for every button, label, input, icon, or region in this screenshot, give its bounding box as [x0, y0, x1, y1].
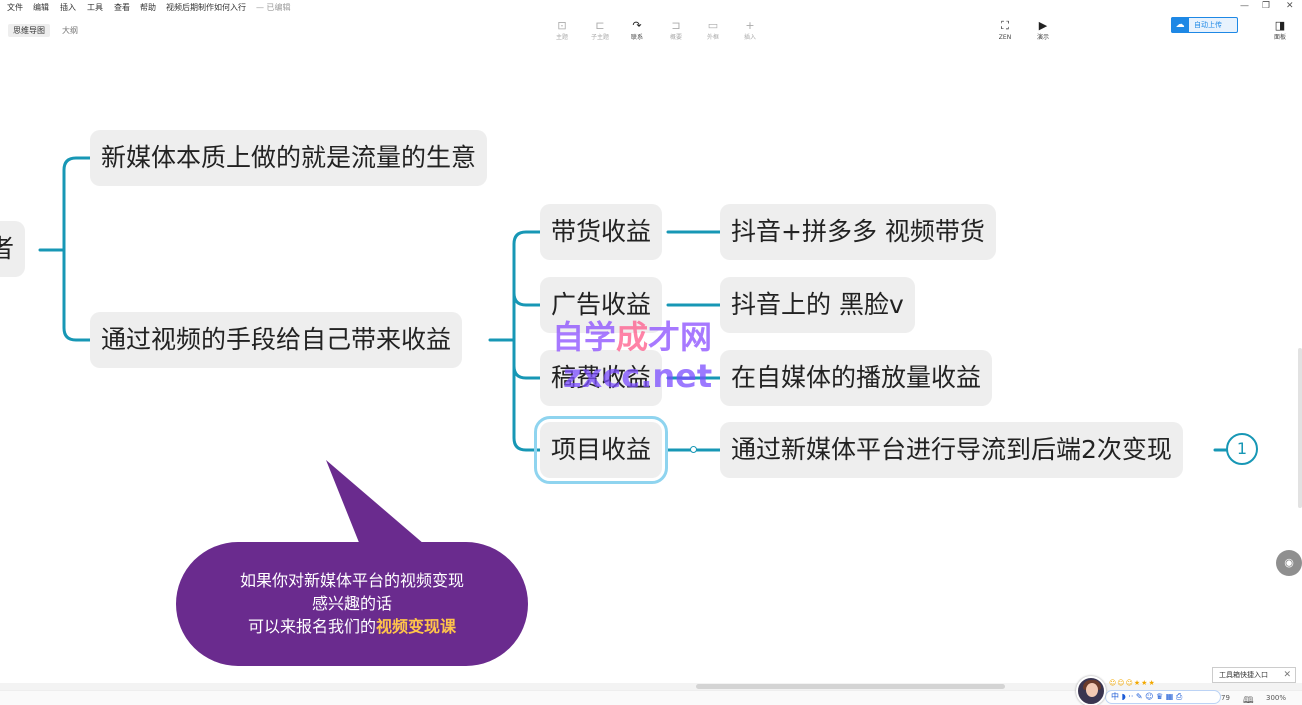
callout-bubble[interactable]: 如果你对新媒体平台的视频变现 感兴趣的话 可以来报名我们的视频变现课 — [176, 542, 528, 666]
toolbox-shortcut-tip[interactable]: 工具箱快捷入口 ✕ — [1212, 667, 1296, 683]
zen-icon: ⛶ — [1001, 19, 1009, 32]
scroll-thumb[interactable] — [696, 684, 1005, 689]
detail-sales[interactable]: 抖音+拼多多 视频带货 — [720, 204, 996, 260]
topic-traffic-business[interactable]: 新媒体本质上做的就是流量的生意 — [90, 130, 488, 186]
menu-view[interactable]: 查看 — [114, 2, 130, 13]
toolbar: 思维导图 大纲 ⊡ 主题 ⊏ 子主题 ↷ 联系 ⊐ 概要 ▭ 外框 + 插入 ⛶… — [0, 14, 1302, 48]
detail-ad[interactable]: 抖音上的 黑脸v — [720, 277, 915, 333]
panel-icon: ◨ — [1274, 19, 1286, 32]
subtopic-icon: ⊏ — [595, 19, 605, 32]
relationship-icon: ↷ — [632, 19, 642, 32]
rating-stars: ☺☺☺★★★ — [1109, 679, 1156, 687]
topic-video-income[interactable]: 通过视频的手段给自己带来收益 — [90, 312, 463, 368]
zen-button[interactable]: ⛶ ZEN — [990, 18, 1020, 46]
insert-icon: + — [745, 19, 755, 32]
panel-button[interactable]: ◨ 面板 — [1265, 18, 1295, 46]
document-title: 视频后期制作如何入行 — [166, 3, 246, 12]
subtopic-project-income[interactable]: 项目收益 — [533, 416, 669, 484]
present-icon: ▶ — [1038, 19, 1048, 32]
present-button[interactable]: ▶ 演示 — [1028, 18, 1058, 46]
summary-button[interactable]: ⊐ 概要 — [661, 18, 691, 46]
topic-count: 79 — [1221, 694, 1230, 702]
horizontal-scrollbar[interactable] — [0, 683, 1302, 690]
relationship-button[interactable]: ↷ 联系 — [622, 18, 652, 46]
menu-tools[interactable]: 工具 — [87, 2, 103, 13]
summary-icon: ⊐ — [671, 19, 681, 32]
ime-toolbar[interactable]: 中 ◗ ·· ✎ ☺ ♛ ▦ ⎙ — [1105, 690, 1221, 704]
detail-project[interactable]: 通过新媒体平台进行导流到后端2次变现 — [720, 422, 1183, 478]
save-status: — 已编辑 — [256, 3, 291, 12]
tab-mindmap[interactable]: 思维导图 — [8, 24, 50, 37]
vertical-scrollbar[interactable] — [1298, 48, 1302, 683]
detail-royalty[interactable]: 在自媒体的播放量收益 — [720, 350, 993, 406]
avatar[interactable] — [1076, 676, 1106, 705]
minimize-icon[interactable]: — — [1240, 1, 1249, 11]
topic-icon: ⊡ — [557, 19, 567, 32]
map-icon[interactable]: 🕮 — [1243, 693, 1254, 705]
course-highlight: 视频变现课 — [376, 617, 457, 636]
subtopic-ad-income[interactable]: 广告收益 — [540, 277, 663, 333]
menu-insert[interactable]: 插入 — [60, 2, 76, 13]
insert-button[interactable]: + 插入 — [735, 18, 765, 46]
boundary-icon: ▭ — [707, 19, 719, 32]
close-window-icon[interactable]: ✕ — [1286, 1, 1294, 11]
cloud-icon: ☁ — [1171, 17, 1189, 33]
boundary-button[interactable]: ▭ 外框 — [698, 18, 728, 46]
collapsed-count-badge[interactable]: 1 — [1226, 433, 1258, 465]
menu-edit[interactable]: 编辑 — [33, 2, 49, 13]
menu-help[interactable]: 帮助 — [140, 2, 156, 13]
menu-bar: 文件 编辑 插入 工具 查看 帮助 视频后期制作如何入行 — 已编辑 — ❐ ✕ — [0, 0, 1302, 14]
mindmap-app: 文件 编辑 插入 工具 查看 帮助 视频后期制作如何入行 — 已编辑 — ❐ ✕… — [0, 0, 1302, 705]
subtopic-sales-income[interactable]: 带货收益 — [540, 204, 663, 260]
root-topic[interactable]: 者 — [0, 221, 26, 277]
topic-button[interactable]: ⊡ 主题 — [547, 18, 577, 46]
zoom-level[interactable]: 300% — [1266, 694, 1286, 702]
restore-icon[interactable]: ❐ — [1262, 1, 1270, 11]
close-tip-icon[interactable]: ✕ — [1283, 668, 1291, 682]
tab-outline[interactable]: 大纲 — [57, 24, 83, 37]
collapse-handle[interactable] — [690, 446, 697, 453]
subtopic-royalty-income[interactable]: 稿费收益 — [540, 350, 663, 406]
menu-file[interactable]: 文件 — [7, 2, 23, 13]
subtopic-button[interactable]: ⊏ 子主题 — [585, 18, 615, 46]
upload-button[interactable]: ☁ 自动上传 — [1171, 17, 1238, 33]
